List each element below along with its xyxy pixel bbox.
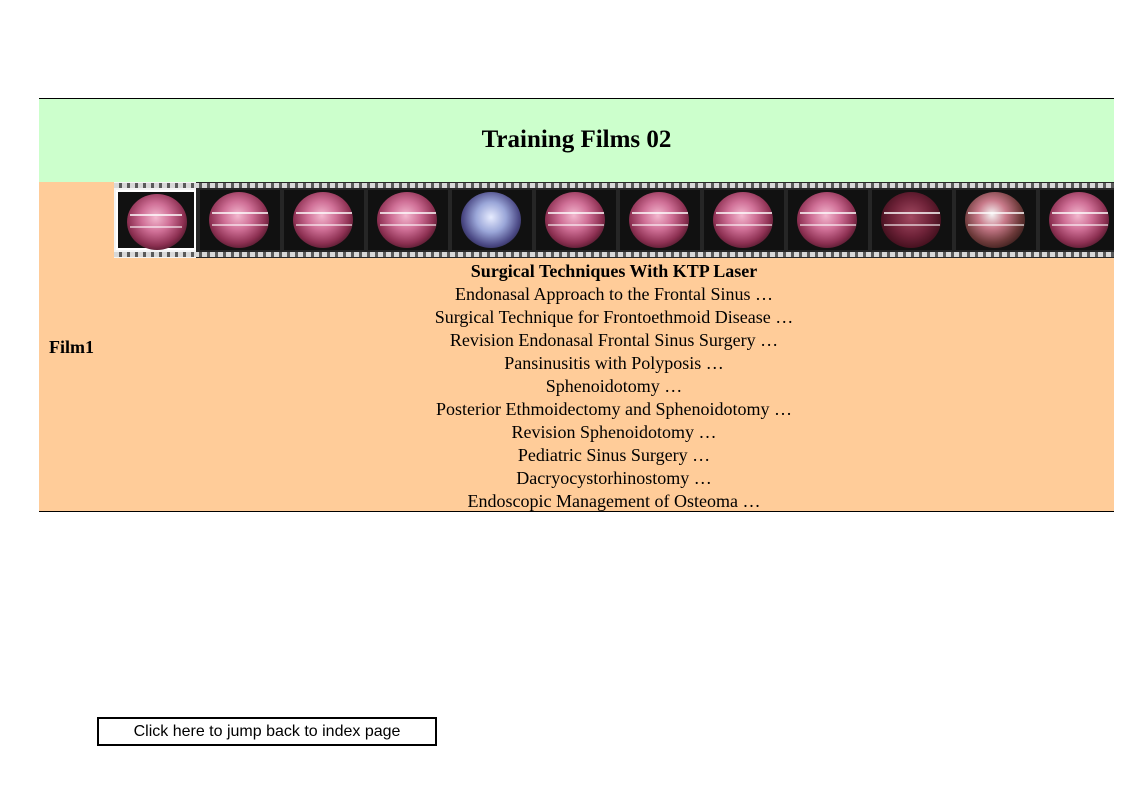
film-link[interactable]: Endoscopic Management of Osteoma … [114,490,1114,513]
endoscopic-thumbnail-icon [368,190,448,250]
frame-caption-mark [884,212,940,226]
film-link[interactable]: Pansinusitis with Polyposis … [114,352,1114,375]
back-to-index-button[interactable]: Click here to jump back to index page [97,717,437,746]
film-link[interactable]: Dacryocystorhinostomy … [114,467,1114,490]
film-perforations-bottom [114,252,1114,257]
endoscopic-thumbnail-icon [704,190,784,250]
film-link[interactable]: Pediatric Sinus Surgery … [114,444,1114,467]
endoscopic-thumbnail-icon [452,190,532,250]
row-label: Film1 [49,337,94,357]
endoscopic-thumbnail-icon [200,190,280,250]
endoscopic-thumbnail-icon [788,190,868,250]
film-list-heading: Surgical Techniques With KTP Laser [470,261,758,281]
endoscope-view [461,192,521,248]
frame-caption-mark [212,212,268,226]
frame-caption-mark [632,212,688,226]
film-link[interactable]: Endonasal Approach to the Frontal Sinus … [114,283,1114,306]
frame-caption-mark [1052,212,1108,226]
frame-caption-mark [716,212,772,226]
frame-caption-mark [800,212,856,226]
endoscopic-thumbnail-icon [536,190,616,250]
title-row: Training Films 02 [39,98,1114,182]
endoscopic-thumbnail-icon [956,190,1036,250]
training-films-table: Training Films 02 Film1 Surgical Techniq… [39,98,1114,512]
film-frames [116,190,1114,250]
endoscopic-thumbnail-icon [116,190,196,250]
frame-caption-mark [380,212,436,226]
film-link[interactable]: Sphenoidotomy … [114,375,1114,398]
film-link[interactable]: Posterior Ethmoidectomy and Sphenoidotom… [114,398,1114,421]
film-row: Film1 Surgical Techniques With KTP Laser… [39,182,1114,512]
film-strip-image [114,182,1114,258]
film-link[interactable]: Revision Endonasal Frontal Sinus Surgery… [114,329,1114,352]
frame-caption-mark [296,212,352,226]
frame-caption-mark [548,212,604,226]
endoscopic-thumbnail-icon [872,190,952,250]
endoscopic-thumbnail-icon [1040,190,1114,250]
film-link[interactable]: Revision Sphenoidotomy … [114,421,1114,444]
endoscopic-thumbnail-icon [620,190,700,250]
film-perforations-top [114,183,1114,188]
film-list: Surgical Techniques With KTP Laser Endon… [114,260,1114,513]
page-title: Training Films 02 [481,126,672,153]
frame-caption-mark [130,214,182,228]
frame-caption-mark [968,212,1024,226]
film-link[interactable]: Surgical Technique for Frontoethmoid Dis… [114,306,1114,329]
endoscopic-thumbnail-icon [284,190,364,250]
